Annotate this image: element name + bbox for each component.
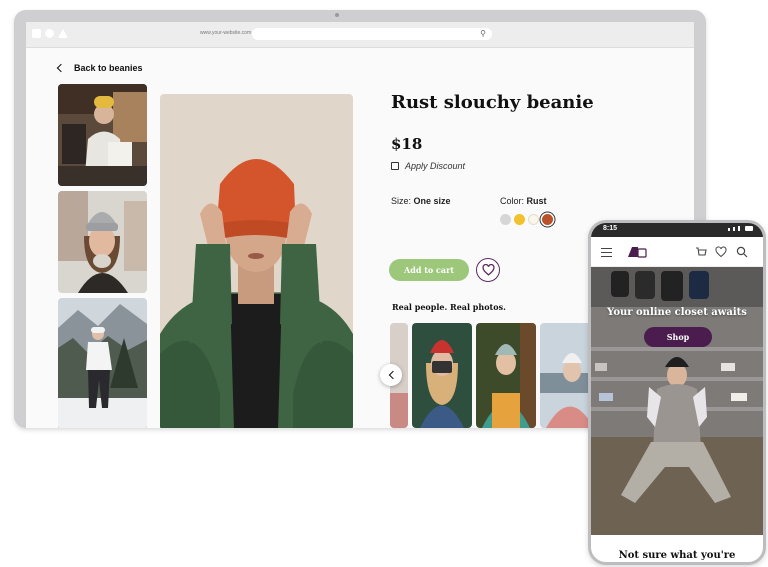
carousel-photo-1[interactable] <box>412 323 472 428</box>
thumbnail-1[interactable] <box>58 84 147 186</box>
search-icon[interactable]: ⚲ <box>480 29 486 38</box>
status-bar: 8:15 <box>591 223 763 237</box>
heart-icon <box>481 264 495 276</box>
hero-heading: Your online closet awaits <box>607 307 747 318</box>
carousel-prev-button[interactable] <box>380 364 402 386</box>
window-controls <box>32 29 68 38</box>
apply-discount-label: Apply Discount <box>405 161 466 171</box>
phone-notch <box>643 223 713 233</box>
brand-logo[interactable] <box>627 246 647 258</box>
stage: www.your-website.com ⚲ Back to beanies R… <box>0 0 768 567</box>
carousel-photo-2[interactable] <box>476 323 536 428</box>
add-to-cart-button[interactable]: Add to cart <box>389 259 469 281</box>
mobile-navbar <box>591 237 763 267</box>
window-triangle-icon[interactable] <box>58 29 68 38</box>
real-photos-title: Real people. Real photos. <box>392 302 506 312</box>
cart-icon[interactable] <box>695 246 707 258</box>
url-text: www.your-website.com <box>200 30 252 36</box>
model-wearing-beanie-image <box>160 94 353 428</box>
apply-discount-checkbox[interactable]: Apply Discount <box>391 161 465 171</box>
hamburger-menu-icon[interactable] <box>601 248 612 260</box>
size-value: One size <box>413 196 451 206</box>
hero-banner: Your online closet awaits Shop <box>591 267 763 535</box>
color-swatch-1[interactable] <box>500 214 511 225</box>
signal-icon <box>728 226 753 231</box>
status-time: 8:15 <box>603 225 618 232</box>
window-square-icon[interactable] <box>32 29 41 38</box>
browser-toolbar: www.your-website.com ⚲ <box>26 22 694 48</box>
color-info: Color: Rust <box>500 196 547 206</box>
heart-icon[interactable] <box>715 246 727 258</box>
mobile-section-heading: Not sure what you're <box>618 550 736 561</box>
color-label: Color: <box>500 196 525 206</box>
search-icon[interactable] <box>736 246 748 258</box>
checkbox-box[interactable] <box>391 162 399 170</box>
shop-button[interactable]: Shop <box>644 327 712 347</box>
size-info: Size: One size <box>391 196 451 206</box>
thumbnail-photo-studio <box>58 84 147 186</box>
carousel-image-forest <box>476 323 536 428</box>
color-swatch-4[interactable] <box>542 214 553 225</box>
chevron-left-icon <box>56 63 66 73</box>
back-link[interactable]: Back to beanies <box>56 63 143 73</box>
color-swatches <box>500 214 553 225</box>
product-title: Rust slouchy beanie <box>391 92 594 113</box>
carousel-image-camera-girl <box>412 323 472 428</box>
product-price: $18 <box>391 135 423 153</box>
color-swatch-3[interactable] <box>528 214 539 225</box>
mobile-phone-frame: 8:15 Your online closet awaits Shop Not … <box>588 220 766 565</box>
thumbnail-2[interactable] <box>58 191 147 293</box>
window-circle-icon[interactable] <box>45 29 54 38</box>
thumbnail-photo-city <box>58 191 147 293</box>
thumbnail-photo-snow <box>58 298 147 428</box>
color-value: Rust <box>526 196 547 206</box>
camera-dot <box>335 13 339 17</box>
address-bar[interactable]: ⚲ <box>252 28 492 40</box>
wishlist-button[interactable] <box>476 258 500 282</box>
chevron-left-icon <box>388 370 397 380</box>
color-swatch-2[interactable] <box>514 214 525 225</box>
size-label: Size: <box>391 196 412 206</box>
back-link-label: Back to beanies <box>74 63 143 73</box>
thumbnail-3[interactable] <box>58 298 147 428</box>
main-product-photo <box>160 94 353 428</box>
